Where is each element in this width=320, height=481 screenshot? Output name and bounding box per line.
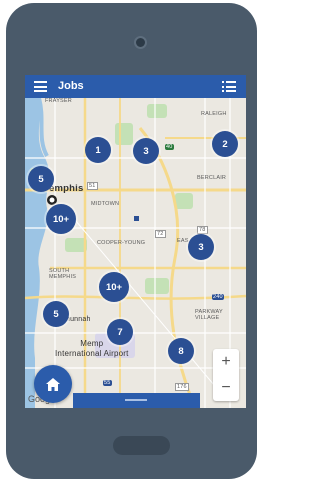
list-icon[interactable] [222, 81, 236, 92]
job-cluster-marker[interactable]: 2 [212, 131, 238, 157]
menu-icon[interactable] [34, 81, 47, 92]
route-72-shield: 72 [155, 230, 166, 238]
map-label-memphis: emphis [49, 183, 84, 194]
map-label-cooper-young: COOPER-YOUNG [97, 240, 146, 246]
route-40-shield: 40 [165, 144, 174, 150]
home-icon [46, 377, 60, 391]
zoom-control: + − [213, 349, 239, 401]
page-title: Jobs [58, 80, 84, 92]
home-fab-button[interactable] [34, 365, 72, 403]
app-bar: Jobs [25, 75, 246, 98]
route-176-shield: 176 [175, 383, 189, 391]
app-screen: Jobs FRAYSER RALEIGH BERCLAIR emphis MID… [25, 75, 246, 408]
job-cluster-marker[interactable]: 1 [85, 137, 111, 163]
job-cluster-marker[interactable]: 8 [168, 338, 194, 364]
route-55-shield: 55 [103, 380, 112, 386]
zoom-in-button[interactable]: + [213, 349, 239, 375]
map-label-east: EAS [177, 238, 189, 244]
job-cluster-marker[interactable]: 5 [28, 166, 54, 192]
route-78-shield: 78 [197, 226, 208, 234]
route-51-shield: 51 [87, 182, 98, 190]
phone-home-button[interactable] [113, 436, 170, 455]
job-cluster-marker[interactable]: 5 [43, 301, 69, 327]
map-label-raleigh: RALEIGH [201, 111, 227, 117]
job-cluster-marker[interactable]: 3 [188, 234, 214, 260]
map-label-midtown: MIDTOWN [91, 201, 120, 207]
map-label-berclair: BERCLAIR [197, 175, 227, 181]
zoom-out-button[interactable]: − [213, 375, 239, 401]
map-label-frayser: FRAYSER [45, 98, 72, 104]
job-cluster-marker[interactable]: 3 [133, 138, 159, 164]
route-240-shield: 240 [212, 294, 224, 300]
job-cluster-marker[interactable]: 10+ [99, 272, 129, 302]
job-cluster-marker[interactable]: 7 [107, 319, 133, 345]
map-label-whitehaven: hunnah [66, 316, 91, 323]
map-label-parkway-village: PARKWAY VILLAGE [195, 309, 223, 321]
drag-handle-icon [125, 399, 147, 401]
job-cluster-marker[interactable]: 10+ [46, 204, 76, 234]
camera-icon [134, 36, 147, 49]
bottom-sheet-handle-bar[interactable] [73, 393, 200, 408]
map-label-south-memphis: SOUTH MEMPHIS [49, 268, 77, 280]
